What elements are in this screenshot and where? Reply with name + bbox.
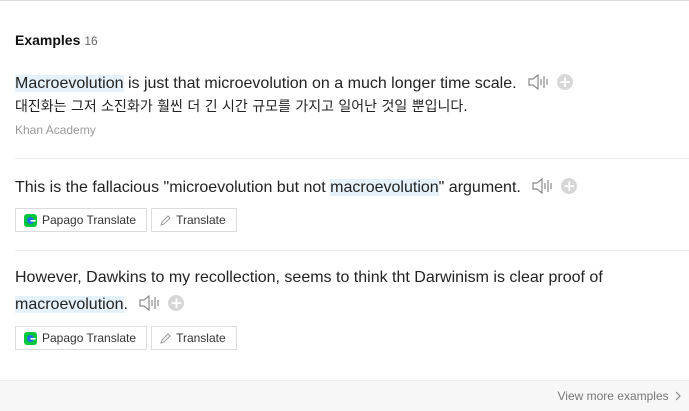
papago-translate-button[interactable]: Papago Translate — [15, 208, 148, 233]
sentence-actions: + — [138, 289, 185, 316]
example-item-3: However, Dawkins to my recollection, see… — [15, 264, 689, 351]
sentence-text: " argument. — [438, 179, 521, 196]
highlighted-term: macroevolution — [15, 296, 124, 313]
button-label: Translate — [176, 213, 226, 228]
divider — [15, 158, 689, 159]
translate-buttons: Papago Translate Translate — [15, 208, 689, 233]
button-label: Translate — [176, 331, 226, 346]
examples-count: 16 — [84, 34, 98, 48]
view-more-label: View more examples — [557, 389, 669, 403]
example-sentence-line2: macroevolution. + — [15, 291, 689, 318]
example-item-2: This is the fallacious "microevolution b… — [15, 174, 689, 233]
button-label: Papago Translate — [42, 331, 137, 346]
papago-translate-button[interactable]: Papago Translate — [15, 326, 148, 351]
example-sentence: This is the fallacious "microevolution b… — [15, 174, 689, 201]
translate-button[interactable]: Translate — [151, 326, 237, 351]
example-item-1: Macroevolution is just that microevoluti… — [15, 70, 689, 138]
speaker-icon[interactable] — [527, 72, 551, 92]
speaker-icon[interactable] — [531, 176, 555, 196]
translate-button[interactable]: Translate — [151, 208, 237, 233]
divider — [15, 250, 689, 251]
sentence-actions: + — [531, 172, 578, 199]
papago-logo-icon — [24, 213, 37, 227]
example-sentence-line1: However, Dawkins to my recollection, see… — [15, 269, 603, 286]
korean-translation: 대진화는 그저 소진화가 훨씬 더 긴 시간 규모를 가지고 일어난 것일 뿐입… — [15, 99, 468, 116]
sentence-actions: + — [527, 68, 574, 95]
example-sentence: Macroevolution is just that microevoluti… — [15, 70, 689, 97]
chevron-right-icon — [675, 391, 681, 401]
speaker-icon[interactable] — [138, 293, 162, 313]
examples-footer: View more examples — [0, 380, 689, 411]
view-more-examples-link[interactable]: View more examples — [557, 389, 681, 403]
example-source[interactable]: Khan Academy — [15, 122, 689, 138]
add-icon[interactable]: + — [561, 178, 578, 195]
top-border — [0, 0, 689, 1]
pen-icon — [160, 215, 171, 226]
translate-buttons: Papago Translate Translate — [15, 326, 689, 351]
highlighted-term: Macroevolution — [15, 75, 124, 92]
sentence-text: is just that microevolution on a much lo… — [123, 75, 517, 92]
add-icon[interactable]: + — [168, 295, 185, 312]
add-icon[interactable]: + — [557, 74, 574, 91]
button-label: Papago Translate — [42, 213, 137, 228]
pen-icon — [160, 333, 171, 344]
section-title: Examples — [15, 32, 81, 48]
sentence-text: This is the fallacious "microevolution b… — [15, 179, 331, 196]
examples-header: Examples 16 — [15, 31, 98, 49]
highlighted-term: macroevolution — [330, 179, 439, 196]
sentence-text: . — [123, 296, 128, 313]
papago-logo-icon — [24, 331, 37, 345]
